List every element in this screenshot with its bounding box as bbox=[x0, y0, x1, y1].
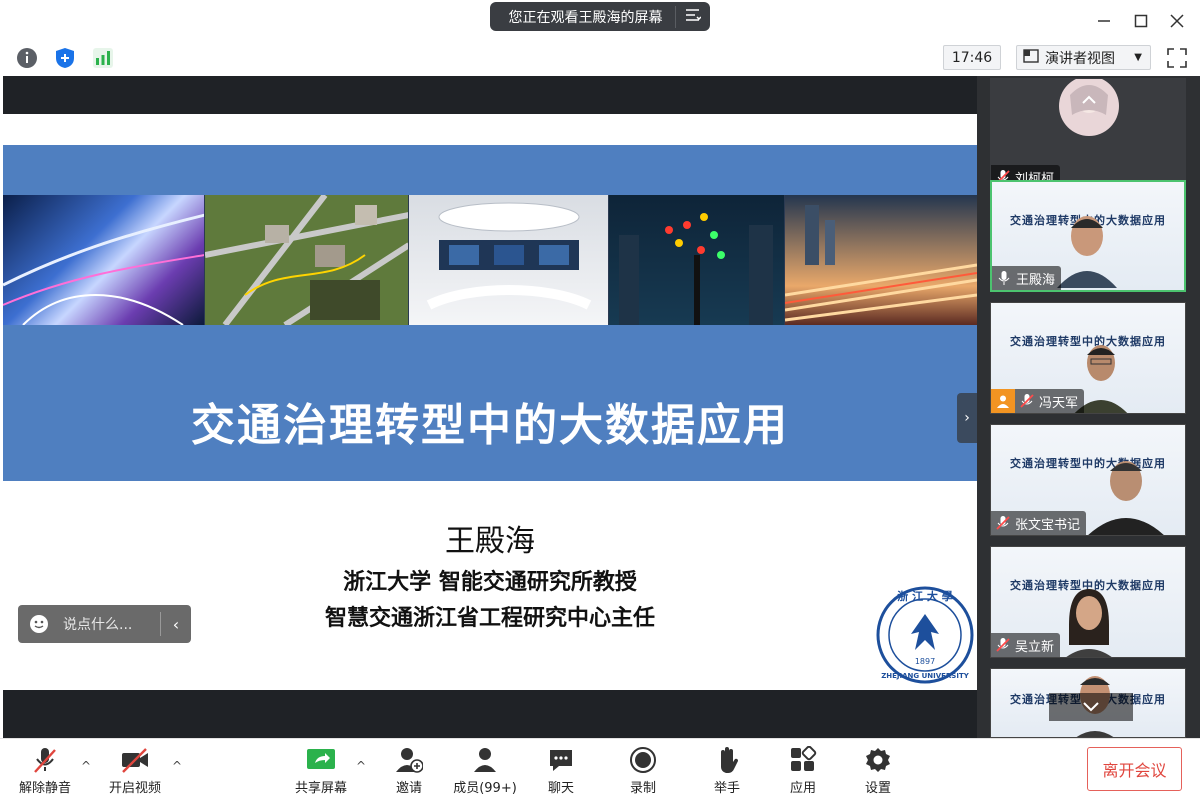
quick-chat-bar[interactable]: 说点什么... ‹ bbox=[18, 605, 191, 643]
svg-text:浙 江 大 學: 浙 江 大 學 bbox=[897, 589, 953, 603]
share-screen-icon bbox=[306, 745, 336, 775]
participant-video bbox=[1057, 216, 1117, 288]
participant-video bbox=[1088, 461, 1164, 535]
meeting-clock: 17:46 bbox=[943, 45, 1001, 70]
record-button[interactable]: 录制 bbox=[620, 745, 666, 799]
participant-namebar: 冯天军 bbox=[991, 389, 1085, 413]
participant-tile[interactable]: 交通治理转型中的大数据应用 张文宝书记 bbox=[990, 424, 1186, 536]
logo-text: ZHEJIANG UNIVERSITY bbox=[881, 672, 970, 680]
presentation-slide: 交通治理转型中的大数据应用 王殿海 浙江大学 智能交通研究所教授 智慧交通浙江省… bbox=[3, 114, 977, 690]
participant-name: 张文宝书记 bbox=[1015, 517, 1081, 533]
chat-input-placeholder[interactable]: 说点什么... bbox=[63, 614, 160, 634]
mic-muted-icon bbox=[996, 638, 1010, 652]
mic-muted-icon bbox=[996, 516, 1010, 530]
record-icon bbox=[628, 745, 658, 775]
chat-bubble-icon bbox=[546, 745, 576, 775]
highway-light-trails-photo bbox=[785, 195, 977, 325]
participant-tile[interactable]: 交通治理转型中的大数据应用 bbox=[990, 668, 1186, 738]
avatar bbox=[1059, 79, 1119, 136]
scroll-down-chevron-icon[interactable] bbox=[1049, 693, 1133, 721]
presenter-affiliation-1: 浙江大学 智能交通研究所教授 bbox=[343, 570, 637, 595]
unmute-label: 解除静音 bbox=[18, 781, 71, 796]
emoji-icon[interactable] bbox=[29, 614, 49, 634]
audio-options-caret-icon[interactable]: ^ bbox=[81, 759, 91, 773]
leave-meeting-button[interactable]: 离开会议 bbox=[1087, 747, 1182, 791]
control-center-photo bbox=[409, 195, 609, 325]
mic-active-icon bbox=[998, 271, 1010, 285]
viewing-banner-text: 您正在观看王殿海的屏幕 bbox=[508, 9, 663, 26]
participant-namebar: 王殿海 bbox=[992, 266, 1062, 290]
invite-label: 邀请 bbox=[395, 781, 422, 796]
slide-photo-strip bbox=[3, 195, 977, 325]
mic-muted-icon bbox=[30, 745, 60, 775]
participant-name: 冯天军 bbox=[1039, 395, 1079, 411]
video-options-caret-icon[interactable]: ^ bbox=[172, 759, 182, 773]
close-icon[interactable] bbox=[1164, 8, 1190, 34]
start-video-label: 开启视频 bbox=[108, 781, 161, 796]
viewing-banner[interactable]: 您正在观看王殿海的屏幕 bbox=[490, 2, 710, 31]
participant-tile[interactable]: 交通治理转型中的大数据应用 吴立新 bbox=[990, 546, 1186, 658]
participant-tile[interactable]: 刘柯柯 bbox=[990, 78, 1186, 190]
gear-icon bbox=[863, 745, 893, 775]
3d-city-map-photo bbox=[205, 195, 409, 325]
caret-down-icon: ▼ bbox=[1134, 52, 1142, 63]
city-interchange-photo bbox=[3, 195, 205, 325]
share-screen-button[interactable]: 共享屏幕 bbox=[290, 745, 352, 799]
start-video-button[interactable]: 开启视频 bbox=[104, 745, 166, 799]
presenter-name: 王殿海 bbox=[445, 524, 535, 559]
shared-screen: 交通治理转型中的大数据应用 王殿海 浙江大学 智能交通研究所教授 智慧交通浙江省… bbox=[3, 76, 977, 738]
chat-label: 聊天 bbox=[547, 781, 574, 796]
panel-toggle-chevron-icon[interactable]: › bbox=[957, 393, 977, 443]
info-icon[interactable] bbox=[16, 47, 38, 69]
raise-hand-label: 举手 bbox=[713, 781, 740, 796]
share-screen-label: 共享屏幕 bbox=[294, 781, 347, 796]
title-bar: 您正在观看王殿海的屏幕 bbox=[0, 0, 1200, 40]
unmute-button[interactable]: 解除静音 bbox=[14, 745, 76, 799]
logo-year: 1897 bbox=[915, 657, 935, 666]
members-label: 成员(99+) bbox=[453, 781, 517, 796]
share-options-caret-icon[interactable]: ^ bbox=[356, 759, 366, 773]
invite-user-icon bbox=[394, 745, 424, 775]
host-user-icon bbox=[991, 389, 1015, 413]
maximize-icon[interactable] bbox=[1128, 8, 1154, 34]
apps-label: 应用 bbox=[789, 781, 816, 796]
apps-grid-icon bbox=[788, 745, 818, 775]
participant-name: 吴立新 bbox=[1015, 639, 1055, 655]
invite-button[interactable]: 邀请 bbox=[386, 745, 432, 799]
slide-title: 交通治理转型中的大数据应用 bbox=[191, 400, 789, 451]
settings-label: 设置 bbox=[864, 781, 891, 796]
collapse-chat-icon[interactable]: ‹ bbox=[161, 615, 191, 634]
participant-tile[interactable]: 交通治理转型中的大数据应用 王殿海 bbox=[990, 180, 1186, 292]
fullscreen-icon[interactable] bbox=[1166, 47, 1188, 69]
participant-tile[interactable]: 交通治理转型中的大数据应用 冯天军 bbox=[990, 302, 1186, 414]
signal-strength-icon[interactable] bbox=[92, 47, 114, 69]
members-button[interactable]: 成员(99+) bbox=[450, 745, 520, 799]
chat-button[interactable]: 聊天 bbox=[538, 745, 584, 799]
participant-namebar: 张文宝书记 bbox=[991, 511, 1087, 535]
list-menu-icon[interactable] bbox=[676, 8, 710, 26]
record-label: 录制 bbox=[629, 781, 656, 796]
meeting-toolbar: 解除静音 ^ 开启视频 ^ 共享屏幕 ^ 邀请 成员(99+) 聊天 录制 举手… bbox=[0, 738, 1200, 800]
members-icon bbox=[470, 745, 500, 775]
apps-button[interactable]: 应用 bbox=[780, 745, 826, 799]
raise-hand-button[interactable]: 举手 bbox=[704, 745, 750, 799]
participant-namebar: 吴立新 bbox=[991, 633, 1061, 657]
shield-icon[interactable] bbox=[54, 47, 76, 69]
traffic-light-tree-photo bbox=[609, 195, 785, 325]
speaker-view-icon bbox=[1023, 48, 1039, 68]
view-mode-label: 演讲者视图 bbox=[1045, 50, 1115, 67]
mic-muted-icon bbox=[1020, 394, 1034, 408]
info-bar: 17:46 演讲者视图 ▼ bbox=[0, 40, 1200, 76]
zhejiang-university-logo: 浙 江 大 學 1897 ZHEJIANG UNIVERSITY bbox=[876, 586, 974, 684]
participant-video bbox=[1066, 589, 1112, 657]
view-mode-dropdown[interactable]: 演讲者视图 ▼ bbox=[1016, 45, 1151, 70]
minimize-icon[interactable] bbox=[1091, 8, 1117, 34]
raise-hand-icon bbox=[712, 745, 742, 775]
participant-name: 王殿海 bbox=[1016, 272, 1056, 288]
camera-off-icon bbox=[120, 745, 150, 775]
settings-button[interactable]: 设置 bbox=[855, 745, 901, 799]
